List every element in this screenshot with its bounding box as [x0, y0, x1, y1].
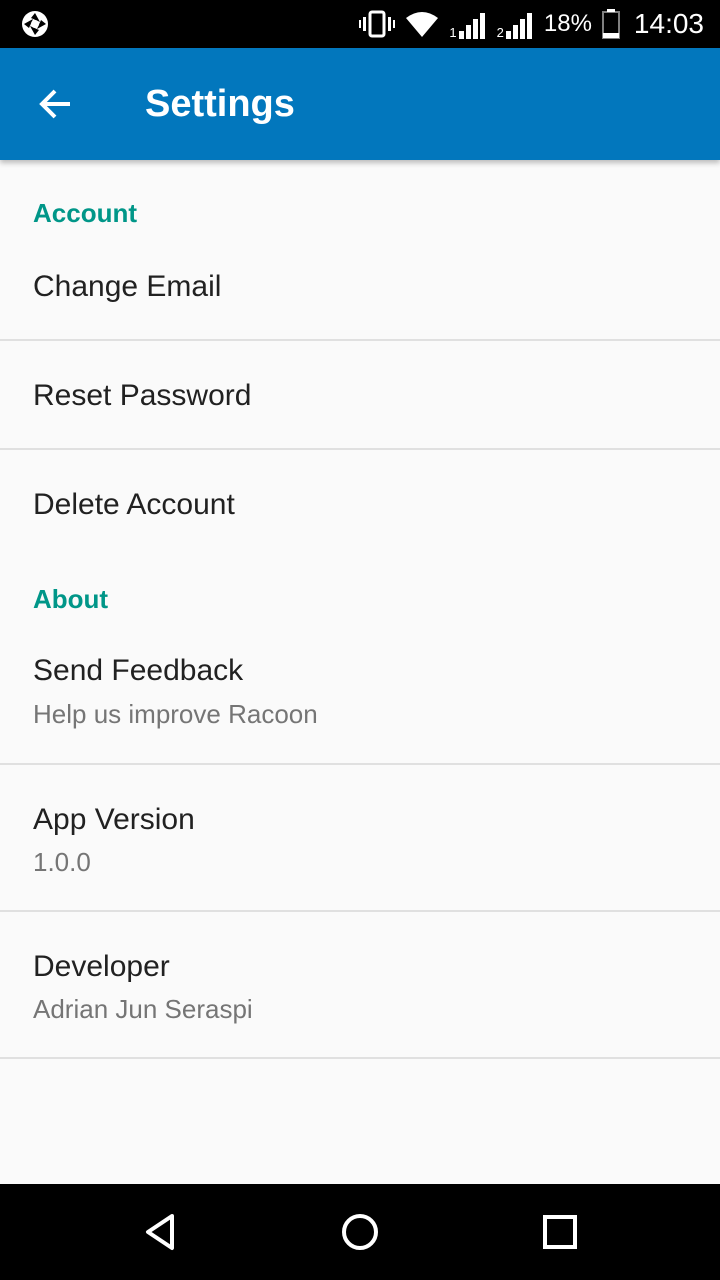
- pref-reset-password[interactable]: Reset Password: [0, 341, 720, 450]
- signal-sim1-icon: 1: [449, 9, 486, 39]
- back-button[interactable]: [28, 76, 84, 132]
- pref-summary: 1.0.0: [33, 847, 91, 877]
- nav-recents-button[interactable]: [536, 1208, 584, 1256]
- pref-title: Reset Password: [33, 379, 252, 412]
- section-account: Account: [0, 160, 720, 232]
- sim1-label: 1: [449, 25, 457, 40]
- system-nav-bar: [0, 1184, 720, 1280]
- arrow-back-icon: [39, 89, 70, 119]
- section-header-account: Account: [33, 198, 137, 228]
- back-triangle-icon: [146, 1214, 174, 1250]
- nav-home-button[interactable]: [336, 1208, 384, 1256]
- camera-shutter-icon: [22, 11, 48, 37]
- recents-square-icon: [543, 1215, 577, 1249]
- pref-title: Developer: [33, 950, 170, 983]
- status-clock: 14:03: [633, 8, 704, 39]
- section-about: About: [0, 548, 720, 624]
- sim2-label: 2: [496, 25, 504, 40]
- pref-title: Send Feedback: [33, 654, 244, 687]
- pref-title: Delete Account: [33, 488, 235, 521]
- nav-back-button[interactable]: [136, 1208, 184, 1256]
- status-bar: 1 2 18% 14:03: [0, 0, 720, 48]
- battery-percent: 18%: [543, 10, 592, 37]
- battery-icon: [601, 9, 620, 39]
- pref-summary: Adrian Jun Seraspi: [33, 994, 253, 1024]
- home-circle-icon: [342, 1214, 378, 1250]
- pref-summary: Help us improve Racoon: [33, 699, 318, 729]
- page-title: Settings: [145, 83, 295, 125]
- pref-developer[interactable]: Developer Adrian Jun Seraspi: [0, 912, 720, 1059]
- pref-app-version[interactable]: App Version 1.0.0: [0, 765, 720, 912]
- signal-sim2-icon: 2: [497, 9, 534, 39]
- pref-change-email[interactable]: Change Email: [0, 232, 720, 341]
- app-bar: Settings: [0, 48, 720, 160]
- vibrate-icon: [359, 10, 396, 38]
- section-header-about: About: [33, 584, 109, 614]
- pref-send-feedback[interactable]: Send Feedback Help us improve Racoon: [0, 624, 720, 765]
- settings-list: Account Change Email Reset Password Dele…: [0, 160, 720, 1059]
- wifi-icon: [406, 12, 439, 37]
- pref-title: Change Email: [33, 270, 222, 303]
- pref-title: App Version: [33, 803, 195, 836]
- pref-delete-account[interactable]: Delete Account: [0, 450, 720, 548]
